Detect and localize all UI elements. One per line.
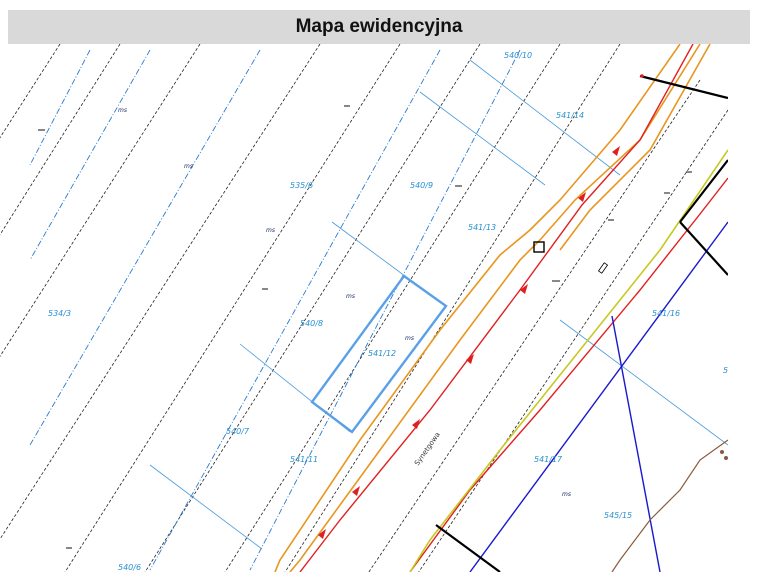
land-use-marker: ms — [346, 293, 355, 300]
parcel-label: 534/3 — [48, 309, 71, 318]
parcel-label: 541/16 — [652, 309, 680, 318]
page-title: Mapa ewidencyjna — [295, 16, 463, 37]
point-marker — [640, 74, 644, 78]
parcel-label: 540/9 — [410, 181, 433, 190]
map-symbols — [38, 105, 692, 549]
parcel-label: 541/14 — [556, 111, 584, 120]
land-use-marker: ms — [118, 107, 127, 114]
land-use-marker: ms — [562, 491, 571, 498]
land-use-marker: ms — [405, 335, 414, 342]
brown-line — [611, 439, 728, 572]
black-boundary-lines — [435, 74, 728, 572]
point-marker — [720, 450, 724, 454]
parcel-label: 540/6 — [118, 563, 141, 572]
parcel-label: 541/13 — [468, 223, 496, 232]
parcel-label: 5 — [723, 366, 728, 375]
yellow-utility-line — [409, 149, 728, 572]
building-symbol — [597, 262, 609, 274]
parcel-label: 540/8 — [300, 319, 323, 328]
parcel-label: 541/12 — [368, 349, 396, 358]
parcel-label: 540/7 — [226, 427, 250, 436]
street-name-label: Synetgowa — [413, 431, 442, 467]
land-use-marker: ms — [184, 163, 193, 170]
point-marker — [724, 456, 728, 460]
parcel-label: 540/10 — [504, 51, 532, 60]
red-line-arrows — [318, 146, 620, 539]
parcel-label: 545/15 — [604, 511, 632, 520]
dashed-boundary-lines — [0, 44, 728, 572]
parcel-boundary-lines — [29, 49, 521, 571]
parcel-label: 541/17 — [534, 455, 563, 464]
parcel-label: 541/11 — [290, 455, 318, 464]
title-bar: Mapa ewidencyjna — [8, 10, 750, 44]
cadastral-map[interactable]: 540/10 541/14 535/6 540/9 541/13 534/3 5… — [0, 44, 764, 572]
parcel-label: 535/6 — [290, 181, 313, 190]
land-use-marker: ms — [266, 227, 275, 234]
